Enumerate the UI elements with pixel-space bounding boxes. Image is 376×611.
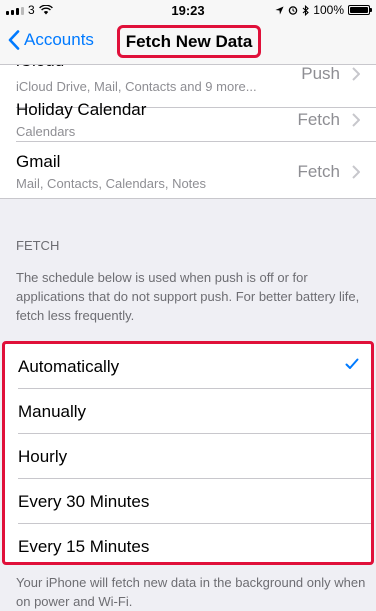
battery-icon <box>348 5 372 15</box>
fetch-section-description: The schedule below is used when push is … <box>16 270 360 323</box>
account-name: Gmail <box>16 152 61 171</box>
status-bar-left: 3 <box>6 3 53 17</box>
back-button[interactable]: Accounts <box>8 30 94 50</box>
account-fetch-mode: Fetch <box>297 110 340 129</box>
navigation-bar: Accounts Fetch New Data <box>0 20 376 65</box>
option-label: Every 30 Minutes <box>18 491 150 511</box>
option-label: Hourly <box>18 446 68 466</box>
alarm-icon <box>289 6 298 15</box>
cellular-signal-icon <box>6 5 24 15</box>
fetch-footer-note: Your iPhone will fetch new data in the b… <box>16 575 366 609</box>
wifi-icon <box>38 5 53 15</box>
option-label: Automatically <box>18 356 120 376</box>
chevron-right-icon <box>352 113 360 127</box>
clock: 19:23 <box>171 2 205 18</box>
account-name: Holiday Calendar <box>16 100 147 119</box>
account-fetch-mode: Fetch <box>297 162 340 181</box>
option-manually[interactable]: Manually <box>5 389 371 434</box>
fetch-section-header: FETCH <box>16 238 60 253</box>
battery-percent: 100% <box>313 3 344 17</box>
accounts-list: iCloud iCloud Drive, Mail, Contacts and … <box>0 65 376 199</box>
option-automatically[interactable]: Automatically <box>5 344 371 389</box>
status-bar: 3 19:23 100% <box>0 0 376 20</box>
option-hourly[interactable]: Hourly <box>5 434 371 479</box>
account-name: iCloud <box>16 65 64 71</box>
page-title: Fetch New Data <box>117 25 261 58</box>
location-arrow-icon <box>275 5 284 15</box>
account-row-holiday-calendar[interactable]: Holiday Calendar Calendars Fetch <box>16 90 376 142</box>
back-button-label: Accounts <box>24 30 94 49</box>
account-subtitle: Calendars <box>16 124 76 139</box>
carrier-label: 3 <box>28 3 35 17</box>
option-label: Manually <box>18 401 87 421</box>
account-subtitle: Mail, Contacts, Calendars, Notes <box>16 176 207 191</box>
checkmark-icon <box>345 358 359 369</box>
option-every-30-minutes[interactable]: Every 30 Minutes <box>5 479 371 524</box>
bluetooth-icon <box>302 4 310 16</box>
chevron-left-icon <box>8 30 20 50</box>
status-bar-right: 100% <box>275 3 372 17</box>
account-fetch-mode: Push <box>301 65 340 83</box>
fetch-schedule-options: Automatically Manually Hourly Every 30 M… <box>2 341 374 565</box>
account-row-gmail[interactable]: Gmail Mail, Contacts, Calendars, Notes F… <box>16 142 376 194</box>
option-label: Every 15 Minutes <box>18 536 150 556</box>
chevron-right-icon <box>352 165 360 179</box>
page-title-text: Fetch New Data <box>125 31 253 51</box>
chevron-right-icon <box>352 67 360 81</box>
option-every-15-minutes[interactable]: Every 15 Minutes <box>5 524 371 562</box>
